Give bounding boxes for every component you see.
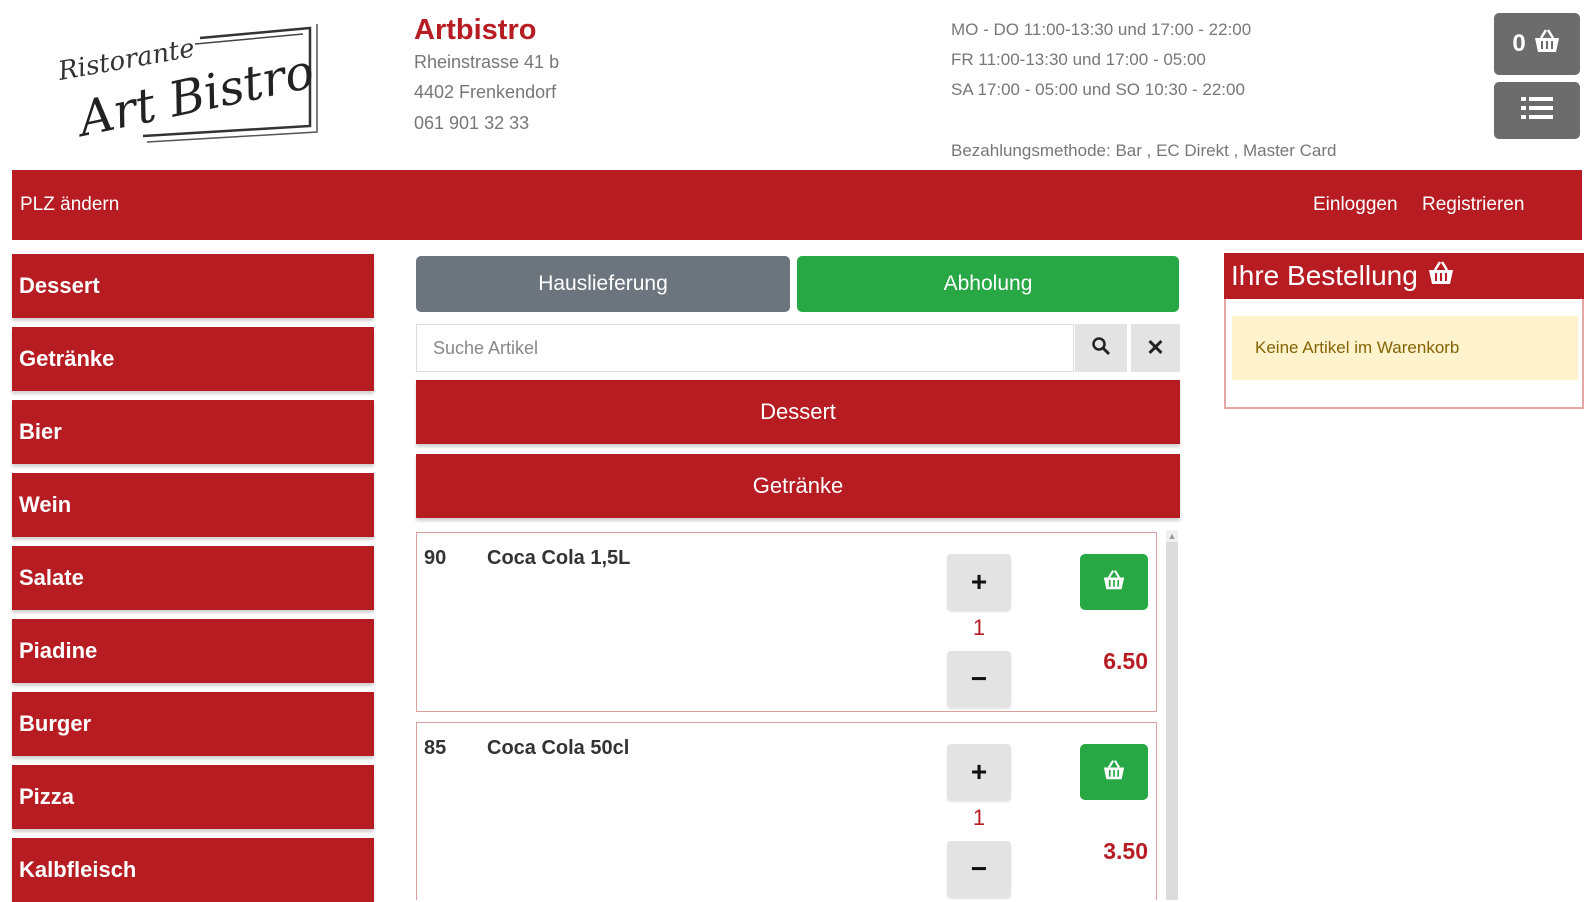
minus-icon: − [970, 853, 988, 884]
plus-icon: + [970, 756, 988, 787]
sidebar-item-wein[interactable]: Wein [12, 473, 374, 537]
product-name: Coca Cola 50cl [487, 737, 630, 759]
sidebar-item-label: Burger [19, 711, 92, 736]
plus-icon: + [970, 566, 988, 597]
cart-button[interactable]: 0 [1494, 13, 1580, 75]
product-list-scrollbar[interactable] [1166, 534, 1178, 900]
decrease-quantity-button[interactable]: − [947, 651, 1011, 707]
menu-button[interactable] [1494, 82, 1580, 139]
sidebar-item-dessert[interactable]: Dessert [12, 254, 374, 318]
sidebar-item-label: Dessert [19, 273, 100, 298]
minus-icon: − [970, 663, 988, 694]
decrease-quantity-button[interactable]: − [947, 841, 1011, 897]
quantity-value: 1 [972, 615, 986, 640]
increase-quantity-button[interactable]: + [947, 554, 1011, 610]
sidebar-item-bier[interactable]: Bier [12, 400, 374, 464]
product-number: 90 [424, 547, 447, 569]
sidebar-item-burger[interactable]: Burger [12, 692, 374, 756]
product-item: 85 Coca Cola 50cl + 1 − 3.50 [416, 722, 1157, 900]
restaurant-logo[interactable]: Ristorante Art Bistro [55, 18, 335, 158]
change-plz-link[interactable]: PLZ ändern [20, 194, 119, 216]
clear-search-button[interactable]: ✕ [1131, 324, 1180, 372]
search-field [416, 324, 1074, 372]
tab-pickup[interactable]: Abholung [797, 256, 1179, 312]
restaurant-name: Artbistro [414, 14, 537, 46]
address-city: 4402 Frenkendorf [414, 82, 557, 102]
sidebar-item-label: Salate [19, 565, 84, 590]
product-name: Coca Cola 1,5L [487, 547, 631, 569]
basket-icon [1426, 260, 1456, 293]
close-icon: ✕ [1146, 335, 1165, 360]
order-panel-header: Ihre Bestellung [1224, 253, 1584, 299]
phone-number: 061 901 32 33 [414, 113, 530, 133]
opening-hours-line: SA 17:00 - 05:00 und SO 10:30 - 22:00 [951, 80, 1245, 99]
add-to-cart-button[interactable] [1080, 744, 1148, 800]
product-price: 3.50 [1103, 838, 1148, 864]
sidebar-item-label: Wein [19, 492, 72, 517]
empty-cart-message: Keine Artikel im Warenkorb [1232, 316, 1578, 380]
payment-methods: Bezahlungsmethode: Bar , EC Direkt , Mas… [951, 141, 1337, 160]
register-link[interactable]: Registrieren [1422, 194, 1524, 216]
sidebar-item-label: Piadine [19, 638, 98, 663]
sidebar-item-piadine[interactable]: Piadine [12, 619, 374, 683]
scroll-up-arrow-icon[interactable]: ▲ [1166, 530, 1178, 542]
product-item: 90 Coca Cola 1,5L + 1 − 6.50 [416, 532, 1157, 712]
search-button[interactable] [1075, 324, 1127, 372]
sidebar-item-label: Kalbfleisch [19, 857, 137, 882]
sidebar-item-getraenke[interactable]: Getränke [12, 327, 374, 391]
search-icon [1091, 336, 1111, 361]
sidebar-item-kalbfleisch[interactable]: Kalbfleisch [12, 838, 374, 902]
sidebar-item-label: Pizza [19, 784, 75, 809]
sidebar-item-salate[interactable]: Salate [12, 546, 374, 610]
increase-quantity-button[interactable]: + [947, 744, 1011, 800]
address-street: Rheinstrasse 41 b [414, 52, 560, 72]
product-number: 85 [424, 737, 447, 759]
basket-icon [1532, 28, 1562, 61]
tab-delivery[interactable]: Hauslieferung [416, 256, 790, 312]
list-icon [1521, 96, 1553, 125]
sidebar-item-label: Getränke [19, 346, 115, 371]
product-price: 6.50 [1103, 648, 1148, 674]
opening-hours-line: FR 11:00-13:30 und 17:00 - 05:00 [951, 50, 1206, 69]
add-to-cart-button[interactable] [1080, 554, 1148, 610]
basket-icon [1101, 759, 1127, 786]
product-list: 90 Coca Cola 1,5L + 1 − 6.50 85 Coca Col… [416, 530, 1178, 900]
sidebar-item-pizza[interactable]: Pizza [12, 765, 374, 829]
login-link[interactable]: Einloggen [1313, 194, 1398, 216]
opening-hours-line: MO - DO 11:00-13:30 und 17:00 - 22:00 [951, 20, 1252, 39]
category-header-dessert[interactable]: Dessert [416, 380, 1180, 444]
cart-count: 0 [1512, 30, 1526, 57]
sidebar-item-label: Bier [19, 419, 62, 444]
basket-icon [1101, 569, 1127, 596]
category-header-getraenke[interactable]: Getränke [416, 454, 1180, 518]
search-input[interactable] [417, 325, 1073, 371]
order-title: Ihre Bestellung [1231, 260, 1418, 291]
quantity-value: 1 [972, 805, 986, 830]
